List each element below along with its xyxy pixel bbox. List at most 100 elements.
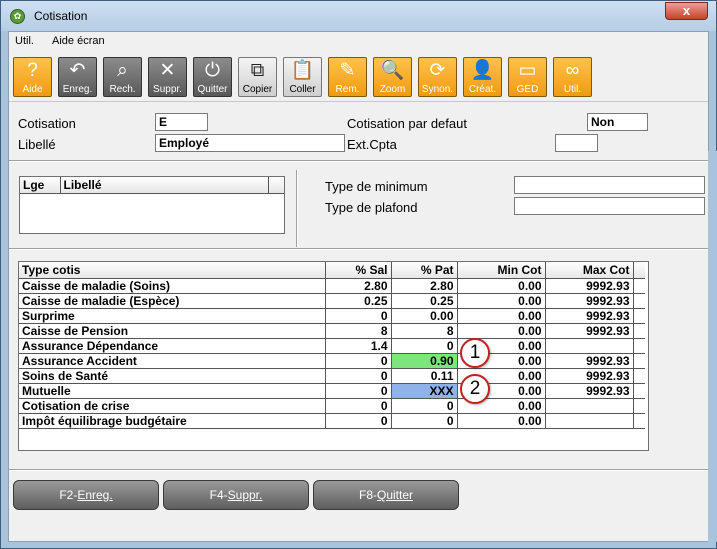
min-cot-cell[interactable]: 0.00	[457, 293, 546, 309]
min-cot-cell[interactable]: 0.00	[457, 413, 546, 429]
table-row[interactable]: Assurance Dépendance 1.4 0 0.00	[19, 338, 645, 354]
toolbar-button-7[interactable]: ✎ Rem.	[328, 57, 367, 97]
table-row[interactable]: Soins de Santé 0 0.11 0.00 9992.93	[19, 368, 645, 384]
max-cot-cell[interactable]: 9992.93	[545, 293, 634, 309]
lge-col-header[interactable]: Lge	[20, 177, 61, 194]
max-cot-cell[interactable]	[545, 338, 634, 354]
table-row[interactable]: Cotisation de crise 0 0 0.00	[19, 398, 645, 414]
table-row[interactable]: Surprime 0 0.00 0.00 9992.93	[19, 308, 645, 324]
f4-suppr-button[interactable]: F4-Suppr.	[163, 480, 309, 510]
row-filler	[633, 398, 645, 414]
pct-pat-cell[interactable]: 2.80	[391, 278, 458, 294]
pct-sal-cell[interactable]: 0	[325, 413, 392, 429]
title-bar[interactable]: ✿ Cotisation x	[1, 1, 716, 31]
menu-util[interactable]: Util.	[15, 35, 34, 47]
table-row[interactable]: Impôt équilibrage budgétaire 0 0 0.00	[19, 413, 645, 429]
pct-pat-cell[interactable]: 0.90	[391, 353, 458, 369]
pct-sal-cell[interactable]: 0.25	[325, 293, 392, 309]
pct-pat-cell[interactable]: 0.11	[391, 368, 458, 384]
pct-sal-cell[interactable]: 0	[325, 308, 392, 324]
callout-badge-2: 2	[460, 374, 490, 404]
pct-pat-cell[interactable]: 0	[391, 413, 458, 429]
min-cot-cell[interactable]: 0.00	[457, 323, 546, 339]
toolbar-button-10[interactable]: 👤 Créat.	[463, 57, 502, 97]
menu-aide-ecran[interactable]: Aide écran	[52, 35, 105, 47]
type-cotis-cell[interactable]: Caisse de Pension	[19, 323, 326, 339]
type-plafond-field[interactable]	[514, 197, 705, 215]
max-cot-cell[interactable]	[545, 398, 634, 414]
pct-sal-cell[interactable]: 0	[325, 383, 392, 399]
toolbar-button-1[interactable]: ↶ Enreg.	[58, 57, 97, 97]
min-cot-cell[interactable]: 0.00	[457, 278, 546, 294]
max-cot-cell[interactable]: 9992.93	[545, 368, 634, 384]
table-row[interactable]: Mutuelle 0 XXX 0.00 9992.93	[19, 383, 645, 399]
cotisation-label: Cotisation	[18, 116, 76, 131]
toolbar-button-5[interactable]: ⧉ Copier	[238, 57, 277, 97]
toolbar-button-2[interactable]: ⌕ Rech.	[103, 57, 142, 97]
close-button[interactable]: x	[665, 2, 708, 20]
type-cotis-cell[interactable]: Caisse de maladie (Espèce)	[19, 293, 326, 309]
toolbar-button-4[interactable]: ⏻ Quitter	[193, 57, 232, 97]
toolbar-button-11[interactable]: ▭ GED	[508, 57, 547, 97]
table-row[interactable]: Caisse de maladie (Espèce) 0.25 0.25 0.00 99…	[19, 293, 645, 309]
toolbar-button-label: Zoom	[379, 84, 406, 95]
ext-cpta-field[interactable]	[555, 134, 598, 152]
row-filler	[633, 338, 645, 354]
max-cot-cell[interactable]: 9992.93	[545, 278, 634, 294]
pct-sal-cell[interactable]: 2.80	[325, 278, 392, 294]
pct-sal-cell[interactable]: 1.4	[325, 338, 392, 354]
toolbar-button-0[interactable]: ? Aide	[13, 57, 52, 97]
type-cotis-col-header[interactable]: Type cotis	[19, 262, 326, 279]
min-cot-cell[interactable]: 0.00	[457, 308, 546, 324]
type-cotis-cell[interactable]: Surprime	[19, 308, 326, 324]
toolbar-button-3[interactable]: ✕ Suppr.	[148, 57, 187, 97]
cotisation-grid[interactable]: Type cotis % Sal % Pat Min Cot Max Cot C…	[18, 261, 649, 451]
toolbar-button-8[interactable]: 🔍 Zoom	[373, 57, 412, 97]
pct-pat-cell[interactable]: 0.00	[391, 308, 458, 324]
pct-pat-col-header[interactable]: % Pat	[391, 262, 458, 279]
type-cotis-cell[interactable]: Assurance Dépendance	[19, 338, 326, 354]
pct-pat-cell[interactable]: 8	[391, 323, 458, 339]
table-row[interactable]: Assurance Accident 0 0.90 0.00 9992.93	[19, 353, 645, 369]
type-cotis-cell[interactable]: Cotisation de crise	[19, 398, 326, 414]
type-minimum-field[interactable]	[514, 176, 705, 194]
cotisation-defaut-field[interactable]: Non	[587, 113, 648, 131]
cotisation-field[interactable]: E	[155, 113, 208, 131]
f8-quitter-button[interactable]: F8-Quitter	[313, 480, 459, 510]
pct-sal-cell[interactable]: 0	[325, 398, 392, 414]
pct-pat-cell[interactable]: 0	[391, 398, 458, 414]
pct-sal-cell[interactable]: 0	[325, 368, 392, 384]
toolbar-button-9[interactable]: ⟳ Synon.	[418, 57, 457, 97]
type-cotis-cell[interactable]: Soins de Santé	[19, 368, 326, 384]
max-cot-cell[interactable]	[545, 413, 634, 429]
toolbar-button-12[interactable]: ∞ Util.	[553, 57, 592, 97]
table-row[interactable]: Caisse de Pension 8 8 0.00 9992.93	[19, 323, 645, 339]
max-cot-cell[interactable]: 9992.93	[545, 353, 634, 369]
pct-sal-col-header[interactable]: % Sal	[325, 262, 392, 279]
max-cot-col-header[interactable]: Max Cot	[545, 262, 634, 279]
pct-pat-cell[interactable]: 0	[391, 338, 458, 354]
pct-sal-cell[interactable]: 0	[325, 353, 392, 369]
type-cotis-cell[interactable]: Mutuelle	[19, 383, 326, 399]
app-logo-icon: ✿	[10, 9, 25, 24]
toolbar-button-6[interactable]: 📋 Coller	[283, 57, 322, 97]
menu-bar: Util. Aide écran	[9, 32, 708, 50]
folder-icon: ▭	[518, 60, 537, 81]
type-cotis-cell[interactable]: Caisse de maladie (Soins)	[19, 278, 326, 294]
libelle-col-header[interactable]: Libellé	[60, 177, 269, 194]
f8-action-label: Quitter	[376, 488, 413, 502]
max-cot-cell[interactable]: 9992.93	[545, 383, 634, 399]
pct-pat-cell[interactable]: 0.25	[391, 293, 458, 309]
f2-enreg-button[interactable]: F2-Enreg.	[13, 480, 159, 510]
type-cotis-cell[interactable]: Assurance Accident	[19, 353, 326, 369]
type-cotis-cell[interactable]: Impôt équilibrage budgétaire	[19, 413, 326, 429]
pct-sal-cell[interactable]: 8	[325, 323, 392, 339]
max-cot-cell[interactable]: 9992.93	[545, 323, 634, 339]
table-row[interactable]: Caisse de maladie (Soins) 2.80 2.80 0.00 999…	[19, 278, 645, 294]
pct-pat-cell[interactable]: XXX	[391, 383, 458, 399]
max-cot-cell[interactable]: 9992.93	[545, 308, 634, 324]
toolbar-button-label: Créat.	[468, 84, 497, 95]
min-cot-col-header[interactable]: Min Cot	[457, 262, 546, 279]
libelle-field[interactable]: Employé	[155, 134, 345, 152]
lge-table[interactable]: Lge Libellé	[19, 176, 285, 234]
